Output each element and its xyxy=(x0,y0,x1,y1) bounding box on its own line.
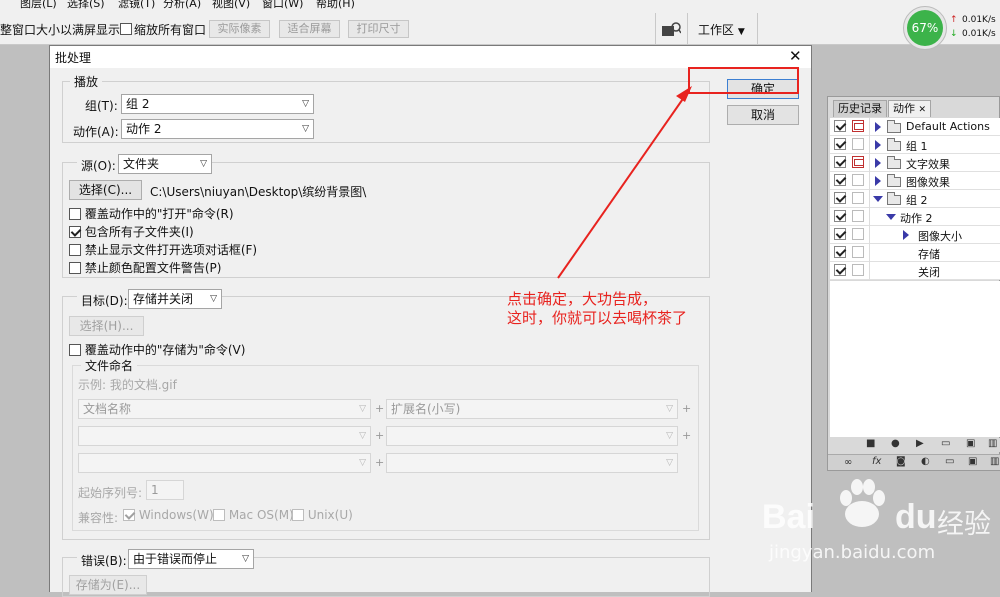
watermark-url: jingyan.baidu.com xyxy=(769,542,936,563)
paw-logo xyxy=(840,479,885,527)
annotation-line-1: 点击确定，大功告成， xyxy=(507,290,658,308)
watermark-cn: 经验 xyxy=(937,509,991,540)
annotation-text: 点击确定，大功告成， 这时，你就可以去喝杯茶了 xyxy=(507,290,687,328)
watermark-brand: Bai xyxy=(762,498,815,536)
annotation-line-2: 这时，你就可以去喝杯茶了 xyxy=(507,309,688,327)
watermark-brand-2: du xyxy=(895,498,937,536)
